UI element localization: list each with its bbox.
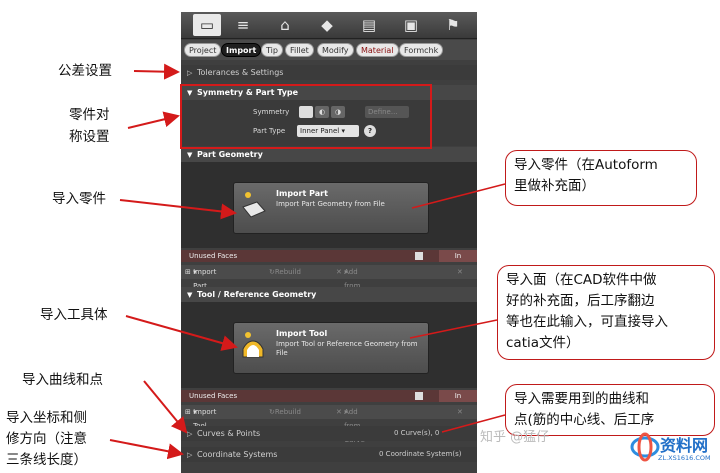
arrow-coordinate: [109, 439, 184, 460]
arrow-import-tool: [125, 315, 238, 351]
arrow-bubble-tool: [409, 319, 498, 339]
site-logo: 资料网 ZL.XS1616.COM: [630, 430, 718, 470]
arrow-symmetry: [127, 111, 180, 129]
logo-icon: [630, 432, 660, 462]
arrow-import-part: [119, 199, 237, 220]
watermark: 知乎 @猛仔: [480, 430, 550, 445]
arrow-tolerance: [133, 63, 180, 80]
logo-text: 资料网: [660, 436, 709, 455]
logo-url: ZL.XS1616.COM: [658, 454, 711, 462]
arrow-bubble-part: [411, 183, 506, 209]
arrow-curves: [143, 380, 188, 434]
annotation-arrows: [109, 63, 506, 460]
